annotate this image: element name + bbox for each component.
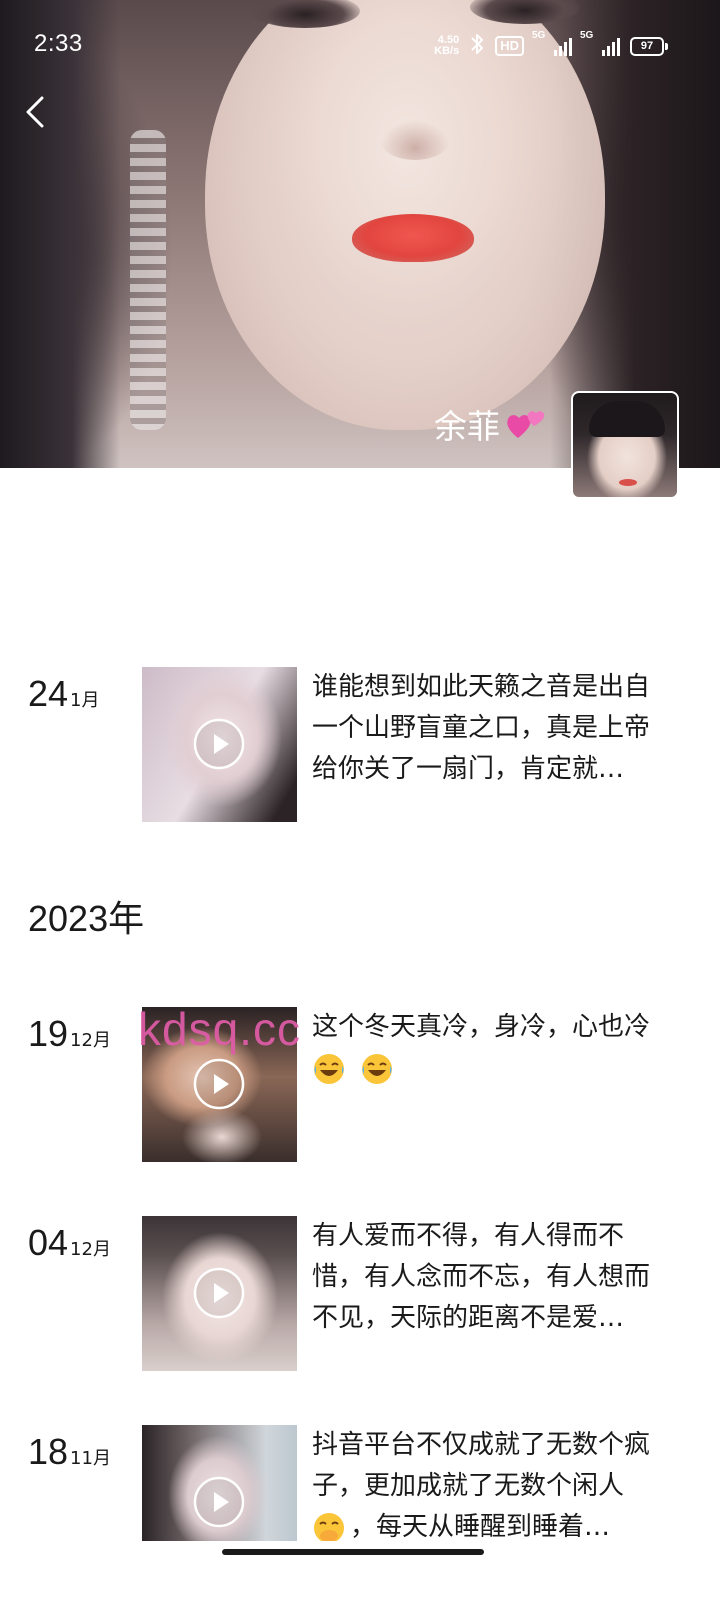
list-item[interactable]: 04 12月 有人爱而不得，有人得而不 惜，有人念而不忘，有人想而 不见，天际的…: [0, 1216, 720, 1376]
post-month: 1月: [70, 690, 100, 711]
post-date: 24 1月: [28, 667, 100, 721]
post-day: 19: [28, 1013, 69, 1054]
network-speed-unit: KB/s: [434, 45, 460, 57]
post-caption: 有人爱而不得，有人得而不 惜，有人念而不忘，有人想而 不见，天际的距离不是爱…: [312, 1216, 690, 1339]
video-thumbnail[interactable]: [142, 667, 297, 822]
play-icon: [193, 718, 245, 770]
watermark: kdsq.cc: [138, 1003, 301, 1055]
battery-tip: [665, 42, 668, 50]
profile-name: 余菲: [434, 400, 548, 448]
caption-line: 给你关了一扇门，肯定就…: [312, 754, 625, 784]
battery-level: 97: [630, 36, 664, 56]
chevron-left-icon: [26, 96, 44, 128]
post-date: 04 12月: [28, 1216, 111, 1270]
hand-over-mouth-icon: [314, 1512, 344, 1541]
profile-timeline-screen: 2:33 4.50 KB/s HD 5G 5G 97 余菲 24 1月 谁能想到…: [0, 0, 720, 1600]
hd-icon: HD: [495, 36, 524, 56]
list-item[interactable]: 18 11月 抖音平台不仅成就了无数个疯 子，更加成就了无数个闲人 ，每天从睡醒…: [0, 1425, 720, 1585]
post-day: 04: [28, 1222, 69, 1263]
caption-line: 不见，天际的距离不是爱…: [312, 1303, 625, 1333]
play-icon: [193, 1476, 245, 1528]
cover-nose: [380, 120, 450, 160]
caption-line: 一个山野盲童之口，真是上帝: [312, 713, 651, 743]
back-button[interactable]: [20, 92, 52, 132]
two-hearts-icon: [504, 404, 548, 444]
post-month: 12月: [70, 1030, 111, 1051]
network-speed: 4.50 KB/s: [434, 35, 459, 57]
year-heading: 2023年: [28, 898, 145, 939]
home-indicator[interactable]: [222, 1549, 484, 1555]
post-day: 18: [28, 1431, 69, 1472]
video-thumbnail[interactable]: [142, 1216, 297, 1371]
caption-line: 子，更加成就了无数个闲人: [312, 1471, 625, 1501]
caption-line-text: ，每天从睡醒到睡着…: [350, 1512, 611, 1541]
list-item[interactable]: 19 12月 这个冬天真冷，身冷，心也冷: [0, 1007, 720, 1167]
caption-line: 这个冬天真冷，身冷，心也冷: [312, 1012, 651, 1042]
status-icons: 4.50 KB/s HD 5G 5G 97: [434, 30, 668, 60]
profile-name-text: 余菲: [434, 407, 500, 446]
caption-line-with-emoji: ，每天从睡醒到睡着…: [312, 1507, 690, 1541]
signal-icon: 5G: [580, 30, 620, 56]
post-date: 18 11月: [28, 1425, 111, 1479]
status-time: 2:33: [34, 30, 83, 57]
signal-label: 5G: [532, 30, 546, 41]
play-icon: [193, 1267, 245, 1319]
avatar-hair: [589, 401, 665, 437]
laughing-tears-icon: [362, 1053, 392, 1084]
signal-label: 5G: [580, 30, 594, 41]
caption-line: 有人爱而不得，有人得而不: [312, 1221, 625, 1251]
battery-icon: 97: [630, 36, 668, 56]
list-item[interactable]: 24 1月 谁能想到如此天籁之音是出自 一个山野盲童之口，真是上帝 给你关了一扇…: [0, 667, 720, 827]
post-month: 12月: [70, 1239, 111, 1260]
caption-line: 抖音平台不仅成就了无数个疯: [312, 1430, 651, 1460]
cover-lips: [352, 214, 474, 262]
caption-line: 惜，有人念而不忘，有人想而: [312, 1262, 651, 1292]
video-thumbnail[interactable]: [142, 1425, 297, 1541]
post-caption: 抖音平台不仅成就了无数个疯 子，更加成就了无数个闲人 ，每天从睡醒到睡着…: [312, 1425, 690, 1541]
post-caption: 这个冬天真冷，身冷，心也冷: [312, 1007, 690, 1089]
signal-icon: 5G: [532, 30, 572, 56]
post-day: 24: [28, 673, 69, 714]
post-caption: 谁能想到如此天籁之音是出自 一个山野盲童之口，真是上帝 给你关了一扇门，肯定就…: [312, 667, 690, 790]
avatar-lips: [619, 479, 637, 486]
play-icon: [193, 1058, 245, 1110]
cover-earring: [130, 130, 166, 430]
post-date: 19 12月: [28, 1007, 111, 1061]
post-month: 11月: [70, 1448, 111, 1469]
caption-line: 谁能想到如此天籁之音是出自: [312, 672, 651, 702]
status-bar: 2:33 4.50 KB/s HD 5G 5G 97: [0, 0, 720, 90]
caption-emoji-line: [312, 1048, 690, 1089]
laughing-tears-icon: [314, 1053, 344, 1084]
bluetooth-icon: [469, 32, 485, 60]
avatar[interactable]: [571, 391, 679, 499]
